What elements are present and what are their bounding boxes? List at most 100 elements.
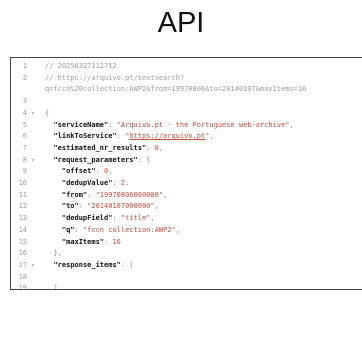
code-line: 4 ▾ { — [11, 108, 362, 119]
code-text: "serviceName": "Arquivo.pt - the Portugu… — [45, 120, 294, 131]
json-string: "19970806000000" — [95, 190, 164, 199]
json-punctuation: , — [175, 225, 180, 234]
line-number: 1 — [22, 62, 27, 70]
json-key: "linkToService" — [53, 132, 117, 141]
code-line: 10 "dedupValue": 2, — [11, 178, 362, 189]
code-text: "q": "fccn collection:AWP2", — [45, 225, 180, 236]
line-number: 8 — [22, 155, 27, 164]
line-number: 11 — [18, 190, 27, 199]
json-punctuation: ] — [53, 284, 58, 290]
code-text: "maxItems": 16 — [45, 237, 121, 248]
code-text: "dedupField": "title", — [45, 213, 155, 224]
json-punctuation: : [ — [120, 260, 134, 269]
json-key: "estimated_nr_results" — [53, 143, 147, 152]
line-number: 19 — [18, 284, 27, 290]
json-punctuation: { — [45, 108, 50, 117]
json-punctuation: , — [125, 179, 130, 187]
code-comment: q=fccn%20collection:AWP2&from=19970806&t… — [45, 85, 307, 94]
line-number: 12 — [18, 202, 27, 211]
line-number: 15 — [18, 237, 27, 246]
code-line: 16 }, — [11, 248, 362, 259]
json-punctuation: : — [116, 132, 126, 141]
json-key: "maxItems" — [61, 237, 105, 246]
json-key: "dedupValue" — [61, 179, 113, 187]
line-number: 16 — [18, 249, 27, 258]
fold-toggle-icon[interactable]: ▾ — [31, 260, 39, 271]
code-line: 8 ▾ "request_parameters": { — [11, 155, 362, 166]
code-text: "from": "19970806000000", — [45, 190, 167, 201]
code-line: 14 "q": "fccn collection:AWP2", — [11, 225, 362, 236]
json-number: 16 — [112, 237, 121, 246]
json-key: "from" — [61, 190, 88, 199]
line-number: 9 — [22, 167, 27, 176]
code-line: 12 "to": "20140107000000", — [11, 201, 362, 212]
json-punctuation: , — [150, 214, 155, 223]
json-string: "title" — [120, 214, 151, 223]
line-number: 4 — [22, 108, 27, 117]
json-punctuation: , — [158, 143, 164, 152]
json-key: "offset" — [61, 167, 96, 176]
code-line: 6 "linkToService": "https://arquivo.pt", — [11, 131, 362, 142]
json-punctuation: : — [146, 143, 155, 152]
json-key: "serviceName" — [53, 120, 109, 129]
line-number: 3 — [22, 97, 27, 106]
line-number: 18 — [18, 272, 27, 281]
line-number: 10 — [18, 179, 27, 187]
page-title: API — [157, 7, 205, 39]
code-comment: // https://arquivo.pt/textsearch? — [45, 73, 185, 82]
json-punctuation: , — [289, 120, 294, 129]
fold-toggle-icon[interactable]: ▾ — [31, 155, 39, 166]
json-punctuation: : — [108, 120, 117, 129]
code-text: // 20250327112712 — [45, 61, 117, 72]
line-number: 6 — [22, 132, 27, 141]
line-number: 13 — [18, 214, 27, 223]
json-viewer[interactable]: 1 // 20250327112712 2 // https://arquivo.pt… — [10, 57, 362, 290]
json-key: "to" — [61, 202, 79, 211]
json-punctuation: : — [112, 179, 121, 187]
code-line: q=fccn%20collection:AWP2&from=19970806&t… — [11, 84, 362, 95]
json-punctuation: , — [154, 202, 159, 211]
json-punctuation: : — [112, 214, 121, 223]
code-text: "dedupValue": 2, — [45, 178, 129, 189]
code-line: 15 "maxItems": 16 — [11, 237, 362, 248]
json-punctuation: , — [209, 132, 214, 141]
json-punctuation: : — [87, 190, 96, 199]
code-text: { — [45, 108, 49, 119]
code-line: 3 — [11, 96, 362, 107]
json-punctuation: , — [108, 167, 113, 176]
line-number: 7 — [22, 143, 27, 152]
code-text: "estimated_nr_results": 0, — [45, 143, 163, 154]
code-text: "request_parameters": { — [45, 155, 150, 166]
code-line: 5 "serviceName": "Arquivo.pt - the Portu… — [11, 120, 362, 131]
code-text: // https://arquivo.pt/textsearch? — [45, 73, 184, 84]
line-number: 5 — [22, 120, 27, 129]
line-number: 2 — [22, 73, 27, 82]
code-line: 9 "offset": 0, — [11, 166, 362, 177]
code-text: "response_items": [ — [45, 260, 134, 271]
code-line: 7 "estimated_nr_results": 0, — [11, 143, 362, 154]
json-key: "response_items" — [53, 260, 121, 269]
code-line: 17 ▾ "response_items": [ — [11, 260, 362, 271]
code-line: 18 — [11, 272, 362, 283]
code-text: }, — [45, 248, 62, 259]
json-punctuation: : — [78, 202, 88, 211]
json-link[interactable]: https://arquivo.pt — [129, 132, 205, 140]
json-punctuation: }, — [53, 249, 62, 258]
code-line: 13 "dedupField": "title", — [11, 213, 362, 224]
fold-toggle-icon[interactable]: ▾ — [31, 108, 39, 119]
json-punctuation: : { — [137, 155, 151, 164]
code-text: q=fccn%20collection:AWP2&from=19970806&t… — [45, 84, 306, 95]
code-line: 2 // https://arquivo.pt/textsearch? — [11, 73, 362, 84]
code-comment: // 20250327112712 — [45, 62, 117, 70]
code-line: 19 ] — [11, 283, 362, 290]
code-line: 11 "from": "19970806000000", — [11, 190, 362, 201]
json-string: "fccn collection:AWP2" — [82, 225, 176, 234]
json-punctuation: , — [163, 190, 168, 199]
json-string: "20140107000000" — [87, 202, 155, 211]
code-text: "linkToService": "https://arquivo.pt", — [45, 131, 214, 142]
